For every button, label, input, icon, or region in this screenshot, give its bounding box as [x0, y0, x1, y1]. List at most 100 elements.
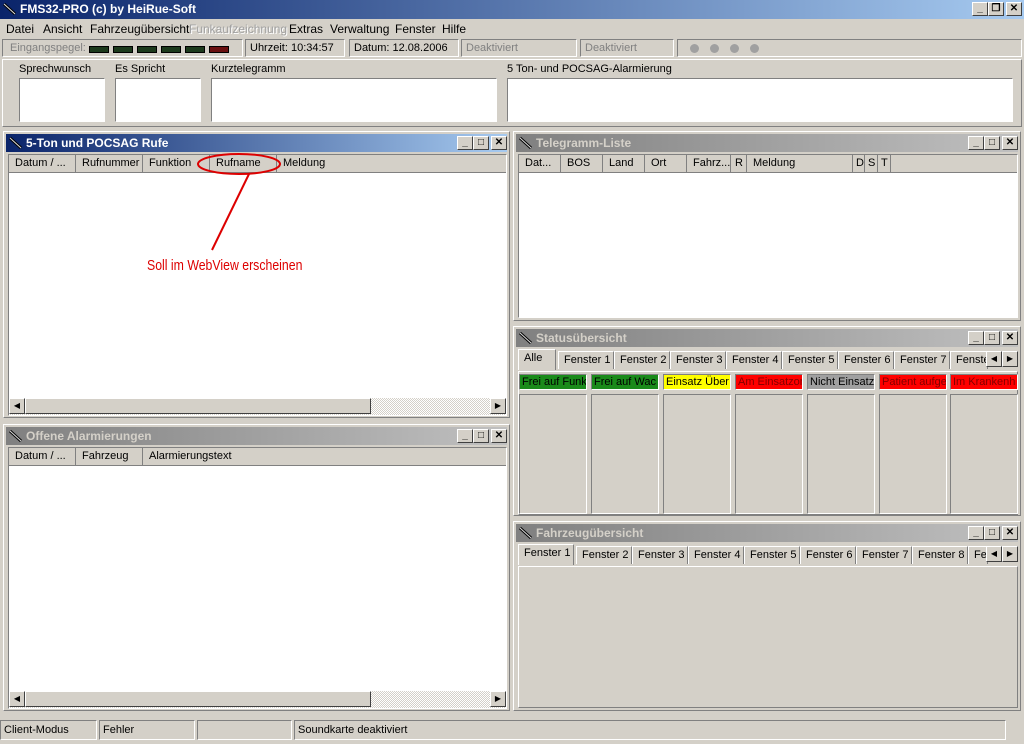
- tab-fenster-4[interactable]: Fenster 4: [688, 546, 744, 564]
- indicator-dot-1: [690, 44, 699, 53]
- col-t[interactable]: T: [878, 155, 891, 172]
- tab-scroll-left-button[interactable]: ◀: [986, 546, 1002, 562]
- tab-alle[interactable]: Alle: [518, 349, 556, 370]
- tab-fenster-1[interactable]: Fenster 1: [558, 351, 614, 369]
- tab-scroll-right-button[interactable]: ▶: [1002, 351, 1018, 367]
- menu-fahrzeuguebersicht[interactable]: Fahrzeugübersicht: [90, 22, 189, 36]
- scroll-right-button[interactable]: ▶: [490, 398, 506, 414]
- calls-hscrollbar[interactable]: ◀ ▶: [9, 398, 506, 415]
- status-minimize-button[interactable]: _: [968, 331, 984, 345]
- statusbar-mode: Client-Modus: [0, 720, 97, 740]
- vehicle-maximize-button[interactable]: □: [984, 526, 1000, 540]
- minimize-button[interactable]: _: [972, 2, 988, 16]
- alarms-hscrollbar[interactable]: ◀ ▶: [9, 691, 506, 708]
- status-im-krankenhaus[interactable]: Im Krankenh: [950, 374, 1018, 390]
- tab-fenster-1[interactable]: Fenster 1: [518, 544, 574, 565]
- tab-scroll-right-button[interactable]: ▶: [1002, 546, 1018, 562]
- telegram-close-button[interactable]: ✕: [1002, 136, 1018, 150]
- tab-fenster-6[interactable]: Fenster 6: [800, 546, 856, 564]
- sprechwunsch-field[interactable]: [19, 78, 105, 122]
- menu-extras[interactable]: Extras: [289, 22, 323, 36]
- tab-fenster-5[interactable]: Fenster 5: [744, 546, 800, 564]
- col-bos[interactable]: BOS: [561, 155, 603, 172]
- tab-scroll-left-button[interactable]: ◀: [986, 351, 1002, 367]
- menu-fenster[interactable]: Fenster: [395, 22, 436, 36]
- alarm-field[interactable]: [507, 78, 1013, 122]
- alarms-close-button[interactable]: ✕: [491, 429, 507, 443]
- calls-scroll-thumb[interactable]: [25, 398, 371, 414]
- col-ort[interactable]: Ort: [645, 155, 687, 172]
- tab-fenster-8[interactable]: Fenster 8: [912, 546, 968, 564]
- tab-fenster-2[interactable]: Fenster 2: [576, 546, 632, 564]
- status-column-5[interactable]: [807, 394, 875, 514]
- alarms-maximize-button[interactable]: □: [473, 429, 489, 443]
- tab-fenster-7[interactable]: Fenster 7: [856, 546, 912, 564]
- telegram-list-header: Dat... BOS Land Ort Fahrz... R Meldung D…: [519, 155, 1017, 173]
- col-fahrzeug[interactable]: Fahrz...: [687, 155, 731, 172]
- tab-fenster-9[interactable]: Fe: [968, 546, 988, 564]
- status-column-4[interactable]: [735, 394, 803, 514]
- alarms-window: Offene Alarmierungen _ □ ✕ Datum / ... F…: [3, 424, 510, 711]
- menu-ansicht[interactable]: Ansicht: [43, 22, 82, 36]
- tab-fenster-6[interactable]: Fenster 6: [838, 351, 894, 369]
- status-einsatz-uebernommen[interactable]: Einsatz Über: [663, 374, 731, 390]
- menu-hilfe[interactable]: Hilfe: [442, 22, 466, 36]
- col-r[interactable]: R: [731, 155, 747, 172]
- alarms-window-caption[interactable]: Offene Alarmierungen _ □ ✕: [6, 427, 507, 445]
- telegram-minimize-button[interactable]: _: [968, 136, 984, 150]
- tab-fenster-7[interactable]: Fenster 7: [894, 351, 950, 369]
- es-spricht-field[interactable]: [115, 78, 201, 122]
- col-s[interactable]: S: [865, 155, 878, 172]
- vehicle-window-caption[interactable]: Fahrzeugübersicht _ □ ✕: [516, 524, 1018, 542]
- col-d[interactable]: D: [853, 155, 865, 172]
- scroll-right-button[interactable]: ▶: [490, 691, 506, 707]
- scroll-left-button[interactable]: ◀: [9, 398, 25, 414]
- status-column-2[interactable]: [591, 394, 659, 514]
- close-button[interactable]: ✕: [1006, 2, 1022, 16]
- alarms-minimize-button[interactable]: _: [457, 429, 473, 443]
- vehicle-minimize-button[interactable]: _: [968, 526, 984, 540]
- tab-fenster-5[interactable]: Fenster 5: [782, 351, 838, 369]
- status-patient-aufgenommen[interactable]: Patient aufge: [879, 374, 947, 390]
- time-display: Uhrzeit: 10:34:57: [245, 39, 345, 57]
- alarms-window-title: Offene Alarmierungen: [26, 429, 152, 443]
- status-column-7[interactable]: [950, 394, 1018, 514]
- app-title-bar[interactable]: FMS32-PRO (c) by HeiRue-Soft _ ❐ ✕: [0, 0, 1024, 19]
- status-column-6[interactable]: [879, 394, 947, 514]
- status-maximize-button[interactable]: □: [984, 331, 1000, 345]
- status-am-einsatzort[interactable]: Am Einsatzor: [735, 374, 803, 390]
- status-frei-auf-funk[interactable]: Frei auf Funk: [519, 374, 587, 390]
- telegram-window-caption[interactable]: Telegramm-Liste _ □ ✕: [516, 134, 1018, 152]
- telegram-list[interactable]: Dat... BOS Land Ort Fahrz... R Meldung D…: [518, 154, 1018, 318]
- kurztelegramm-field[interactable]: [211, 78, 497, 122]
- tab-fenster-4[interactable]: Fenster 4: [726, 351, 782, 369]
- col-fahrzeug[interactable]: Fahrzeug: [76, 448, 143, 465]
- status-frei-auf-wache[interactable]: Frei auf Wac: [591, 374, 659, 390]
- vehicle-close-button[interactable]: ✕: [1002, 526, 1018, 540]
- tab-fenster-2[interactable]: Fenster 2: [614, 351, 670, 369]
- menu-verwaltung[interactable]: Verwaltung: [330, 22, 389, 36]
- status-nicht-einsatzbereit[interactable]: Nicht Einsatz: [807, 374, 875, 390]
- col-meldung[interactable]: Meldung: [747, 155, 853, 172]
- alarms-scroll-thumb[interactable]: [25, 691, 371, 707]
- status-window-caption[interactable]: Statusübersicht _ □ ✕: [516, 329, 1018, 347]
- col-land[interactable]: Land: [603, 155, 645, 172]
- tab-fenster-3[interactable]: Fenster 3: [670, 351, 726, 369]
- col-dat[interactable]: Dat...: [519, 155, 561, 172]
- col-alarmierungstext[interactable]: Alarmierungstext: [143, 448, 506, 465]
- vehicle-tab-body[interactable]: [518, 566, 1018, 708]
- tab-fenster-8[interactable]: Fenste: [950, 351, 988, 369]
- level-bar-6: [209, 46, 229, 53]
- menu-funkaufzeichnung[interactable]: Funkaufzeichnung: [189, 22, 287, 36]
- menu-datei[interactable]: Datei: [6, 22, 34, 36]
- status-close-button[interactable]: ✕: [1002, 331, 1018, 345]
- statusbar-empty: [197, 720, 292, 740]
- col-datum[interactable]: Datum / ...: [9, 448, 76, 465]
- status-column-3[interactable]: [663, 394, 731, 514]
- restore-button[interactable]: ❐: [988, 2, 1004, 16]
- alarms-list[interactable]: Datum / ... Fahrzeug Alarmierungstext ◀ …: [8, 447, 507, 709]
- telegram-maximize-button[interactable]: □: [984, 136, 1000, 150]
- tab-fenster-3[interactable]: Fenster 3: [632, 546, 688, 564]
- scroll-left-button[interactable]: ◀: [9, 691, 25, 707]
- status-column-1[interactable]: [519, 394, 587, 514]
